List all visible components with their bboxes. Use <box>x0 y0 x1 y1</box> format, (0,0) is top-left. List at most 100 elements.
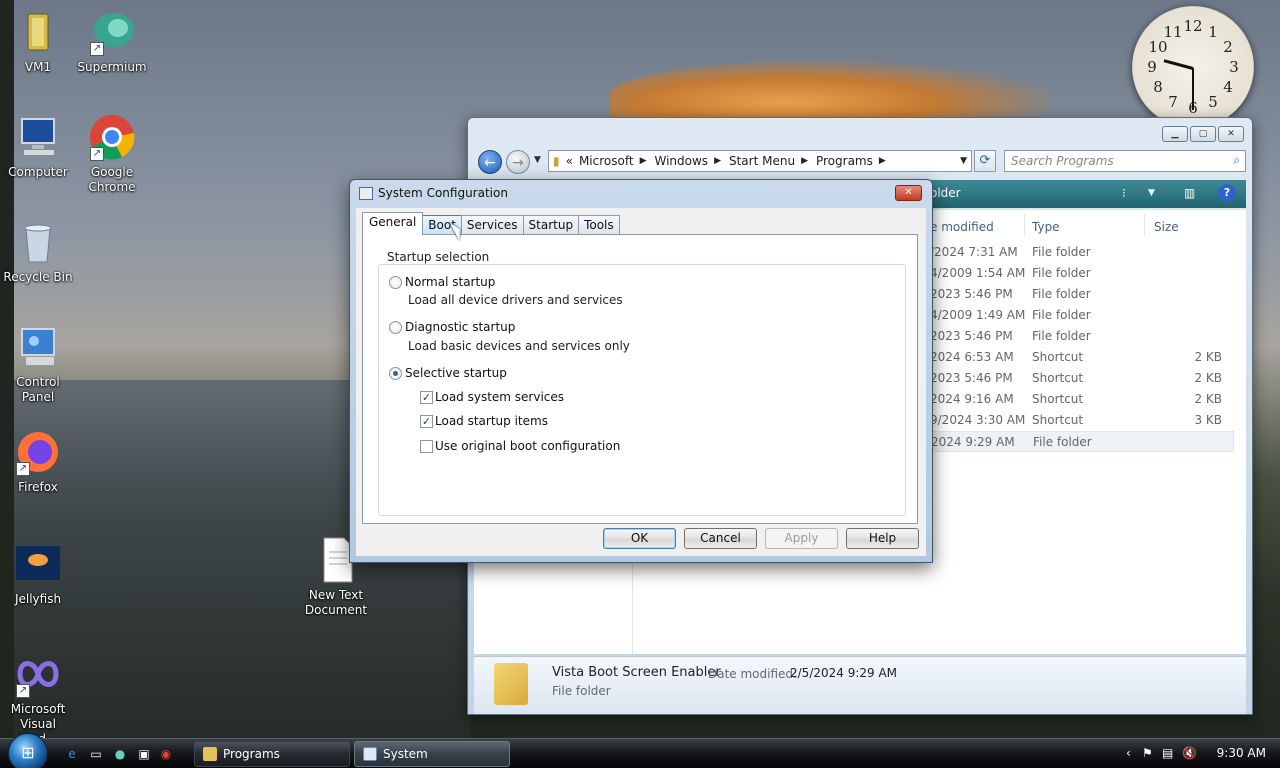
desktop-icon-supermium[interactable]: ↗ Supermium <box>74 8 150 75</box>
back-button[interactable]: ← <box>478 150 502 174</box>
switch-windows-icon[interactable]: ▣ <box>136 746 152 762</box>
refresh-button[interactable]: ⟳ <box>974 150 996 172</box>
internet-explorer-icon[interactable]: e <box>64 746 80 762</box>
clock-number: 8 <box>1153 78 1163 96</box>
recycle-bin-icon <box>14 218 62 266</box>
normal-startup-label[interactable]: Normal startup <box>405 275 495 289</box>
desktop-icon-visual-studio[interactable]: ↗ Microsoft Visual Stud... <box>0 650 76 747</box>
system-configuration-icon <box>359 187 373 200</box>
desktop-icon-control-panel[interactable]: Control Panel <box>0 323 76 405</box>
desktop-icon-jellyfish[interactable]: Jellyfish <box>0 540 76 607</box>
ok-button[interactable]: OK <box>603 528 676 549</box>
diagnostic-startup-label[interactable]: Diagnostic startup <box>405 320 515 334</box>
use-original-boot-label[interactable]: Use original boot configuration <box>435 439 620 453</box>
load-startup-items-checkbox[interactable]: ✓ <box>420 415 433 428</box>
cell-size: 2 KB <box>1194 371 1222 385</box>
cell-date: 2023 5:46 PM <box>930 371 1013 385</box>
control-panel-icon <box>14 323 62 371</box>
help-icon[interactable]: ? <box>1218 184 1236 202</box>
load-system-services-checkbox[interactable]: ✓ <box>420 391 433 404</box>
breadcrumb-overflow[interactable]: « <box>566 154 573 168</box>
column-separator[interactable] <box>1024 214 1025 236</box>
preview-pane-icon[interactable]: ▥ <box>1184 186 1195 200</box>
cell-type: File folder <box>1032 266 1091 280</box>
taskbar-clock[interactable]: 9:30 AM <box>1217 746 1266 760</box>
load-startup-items-label[interactable]: Load startup items <box>435 414 548 428</box>
tab-services[interactable]: Services <box>460 215 524 235</box>
cell-type: Shortcut <box>1032 392 1084 406</box>
tab-startup[interactable]: Startup <box>522 215 580 235</box>
breadcrumb-microsoft[interactable]: Microsoft <box>579 154 634 168</box>
chrome-icon[interactable]: ◉ <box>158 746 174 762</box>
search-icon[interactable]: ⌕ <box>1233 153 1240 168</box>
breadcrumb-start-menu[interactable]: Start Menu <box>729 154 795 168</box>
search-input[interactable]: Search Programs ⌕ <box>1004 150 1246 172</box>
chevron-right-icon[interactable]: ▶ <box>879 156 886 166</box>
cell-type: Shortcut <box>1032 413 1084 427</box>
system-configuration-dialog[interactable]: System Configuration ✕ General Boot Serv… <box>349 179 933 563</box>
computer-icon <box>14 113 62 161</box>
folder-icon <box>203 747 217 761</box>
tab-general[interactable]: General <box>362 212 424 235</box>
diagnostic-startup-radio[interactable] <box>389 321 402 334</box>
clock-hour-hand <box>1163 59 1194 70</box>
minimize-button[interactable]: ▁ <box>1162 126 1188 142</box>
help-button[interactable]: Help <box>846 528 919 549</box>
toolbar-label[interactable]: older <box>930 186 961 200</box>
details-date-label: Date modified: <box>708 667 798 681</box>
normal-startup-radio[interactable] <box>389 276 402 289</box>
selective-startup-radio[interactable] <box>389 367 402 380</box>
cell-date: 4/2009 1:49 AM <box>930 308 1026 322</box>
desktop-icon-computer[interactable]: Computer <box>0 113 76 180</box>
chevron-right-icon[interactable]: ▶ <box>714 156 721 166</box>
breadcrumb-windows[interactable]: Windows <box>654 154 708 168</box>
chevron-right-icon[interactable]: ▶ <box>640 156 647 166</box>
flag-icon[interactable]: ⚑ <box>1142 746 1153 760</box>
desktop-icon-firefox[interactable]: ↗ Firefox <box>0 428 76 495</box>
address-bar[interactable]: ▮ « Microsoft ▶ Windows ▶ Start Menu ▶ P… <box>548 150 972 172</box>
taskbar-button-programs[interactable]: Programs <box>194 741 350 767</box>
apply-button[interactable]: Apply <box>765 528 838 549</box>
tab-tools[interactable]: Tools <box>578 215 620 235</box>
column-header-type[interactable]: Type <box>1032 220 1060 234</box>
close-button[interactable]: ✕ <box>1218 126 1244 142</box>
breadcrumb-programs[interactable]: Programs <box>816 154 873 168</box>
load-system-services-label[interactable]: Load system services <box>435 390 564 404</box>
cell-type: File folder <box>1032 329 1091 343</box>
chevron-right-icon[interactable]: ▶ <box>801 156 808 166</box>
clock-number: 2 <box>1223 38 1233 56</box>
refresh-icon: ⟳ <box>979 153 991 168</box>
column-header-date-modified[interactable]: e modified <box>930 220 994 234</box>
desktop-icon-recycle-bin[interactable]: Recycle Bin <box>0 218 76 285</box>
taskbar-button-system-configuration[interactable]: System Configuration <box>354 741 510 767</box>
selective-startup-label[interactable]: Selective startup <box>405 366 507 380</box>
supermium-icon[interactable]: ● <box>112 746 128 762</box>
network-icon[interactable]: ▤ <box>1162 746 1173 760</box>
chevron-left-icon[interactable]: ‹ <box>1126 746 1131 760</box>
jellyfish-image-icon <box>14 540 62 588</box>
views-icon[interactable]: ⁝ <box>1122 186 1126 200</box>
firefox-icon: ↗ <box>14 428 62 476</box>
desktop-icon-google-chrome[interactable]: ↗ Google Chrome <box>74 113 150 195</box>
chevron-down-icon[interactable]: ▼ <box>960 156 967 166</box>
forward-button[interactable]: → <box>506 150 530 174</box>
cell-date: 2024 9:29 AM <box>931 435 1015 449</box>
clock-gadget[interactable]: 12 1 2 3 4 5 6 7 8 9 10 11 <box>1132 6 1254 128</box>
volume-muted-icon[interactable]: 🔇 <box>1182 746 1197 760</box>
show-desktop-icon[interactable]: ▭ <box>88 746 104 762</box>
maximize-button[interactable]: ▢ <box>1190 126 1216 142</box>
desktop-icon-vm1[interactable]: VM1 <box>0 8 76 75</box>
close-button[interactable]: ✕ <box>895 185 922 201</box>
clock-number: 5 <box>1208 93 1218 111</box>
search-placeholder: Search Programs <box>1011 154 1114 168</box>
windows-logo-icon: ⊞ <box>21 743 35 762</box>
recent-pages-dropdown[interactable]: ▼ <box>534 155 541 165</box>
clock-number: 9 <box>1147 58 1157 76</box>
use-original-boot-checkbox[interactable] <box>420 440 433 453</box>
cancel-button[interactable]: Cancel <box>684 528 757 549</box>
clock-number: 7 <box>1168 93 1178 111</box>
column-separator[interactable] <box>1144 214 1145 236</box>
column-header-size[interactable]: Size <box>1154 220 1179 234</box>
start-button[interactable]: ⊞ <box>8 733 48 768</box>
chevron-down-icon[interactable]: ▼ <box>1148 188 1155 198</box>
